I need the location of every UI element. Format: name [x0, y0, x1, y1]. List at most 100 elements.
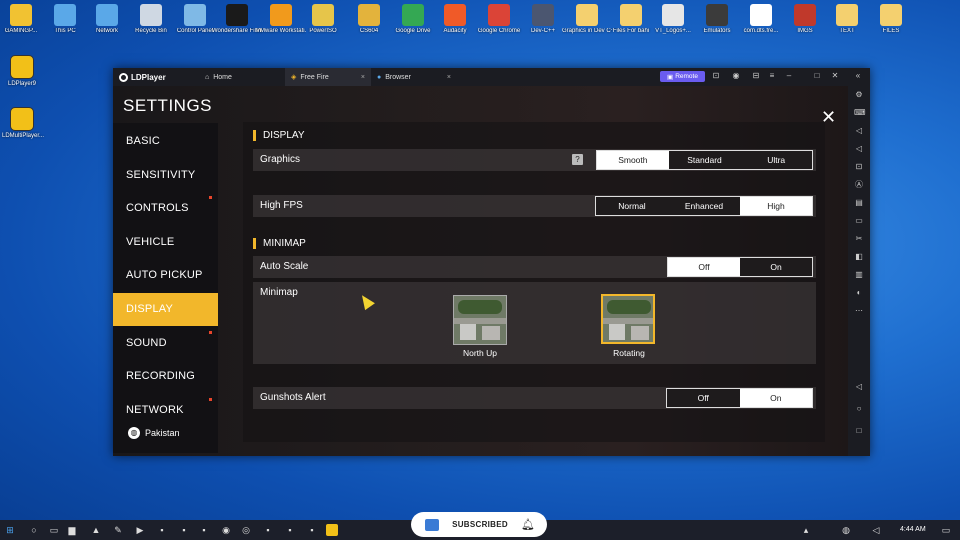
desktop-icon[interactable]: Recycle Bin [126, 4, 176, 35]
close-tab-icon[interactable]: × [361, 74, 365, 81]
app-icon[interactable]: ▶ [134, 524, 146, 536]
option-on[interactable]: On [740, 258, 812, 276]
start-icon[interactable]: ⊞ [4, 524, 16, 536]
menu-item-network[interactable]: NETWORK [113, 394, 218, 427]
keyboard-icon[interactable]: ⌨ [854, 108, 866, 118]
tab-home[interactable]: ⌂ Home [199, 68, 285, 86]
menu-item-display[interactable]: DISPLAY [113, 293, 218, 326]
desktop-app-icon [140, 4, 162, 26]
option-normal[interactable]: Normal [596, 197, 668, 215]
tab-free-fire[interactable]: ◈ Free Fire × [285, 68, 371, 86]
speaker-icon[interactable]: ◁ [870, 524, 882, 536]
notification-icon[interactable]: ▭ [940, 524, 952, 536]
remote-label: Remote [675, 73, 698, 80]
desktop-icon-label: Google Chrome [477, 28, 521, 34]
app-icon[interactable]: ◉ [220, 524, 232, 536]
gamepad-icon[interactable]: ⊡ [710, 71, 722, 80]
task-view-icon[interactable]: ▭ [48, 524, 60, 536]
desktop-icon-label: FILES [882, 28, 900, 34]
ldplayer-icon [10, 55, 34, 79]
scissors-icon[interactable]: ✂ [854, 234, 864, 244]
menu-item-vehicle[interactable]: VEHICLE [113, 226, 218, 259]
premiere-icon[interactable]: ▪ [178, 524, 190, 536]
recent-apps-icon[interactable]: □ [854, 426, 864, 436]
app-icon[interactable]: ✎ [112, 524, 124, 536]
desktop-icon-ldplayer9[interactable]: LDPlayer9 [2, 55, 42, 87]
photoshop-icon[interactable]: ▪ [284, 524, 296, 536]
desktop-icon[interactable]: Dev-C++ [518, 4, 568, 35]
tray-icon[interactable]: ▴ [800, 524, 812, 536]
option-standard[interactable]: Standard [669, 151, 741, 169]
desktop-icon[interactable]: com.dts.fre... [736, 4, 786, 35]
network-tray-icon[interactable]: ◍ [840, 524, 852, 536]
desktop-icon[interactable]: FILES [866, 4, 916, 35]
desktop-icon[interactable]: CS604 [344, 4, 394, 35]
screenshot-icon[interactable]: ⊡ [854, 162, 864, 172]
desktop-icon[interactable]: Audacity [430, 4, 480, 35]
back-icon[interactable]: ◁ [854, 382, 864, 392]
record-icon[interactable]: ▤ [854, 198, 864, 208]
pin-icon[interactable]: ⊟ [750, 71, 762, 80]
home-circle-icon[interactable]: ○ [854, 404, 864, 414]
remote-button[interactable]: ▣ Remote [660, 71, 705, 82]
minimap-north-up-option[interactable] [453, 295, 507, 345]
desktop-icon[interactable]: Emulators [692, 4, 742, 35]
ldplayer-taskbar-icon[interactable] [326, 524, 338, 536]
option-ultra[interactable]: Ultra [740, 151, 812, 169]
file-explorer-icon[interactable]: ▆ [66, 524, 78, 536]
desktop-icon[interactable]: PowerISO [298, 4, 348, 35]
desktop-icon-ldmultiplayer[interactable]: LDMultiPlayer... [2, 107, 44, 139]
option-smooth[interactable]: Smooth [597, 151, 669, 169]
app-icon[interactable]: ▪ [306, 524, 318, 536]
maximize-icon[interactable]: □ [811, 71, 823, 80]
account-icon[interactable]: ◉ [730, 71, 742, 80]
menu-item-controls[interactable]: CONTROLS [113, 192, 218, 225]
menu-item-auto-pickup[interactable]: AUTO PICKUP [113, 259, 218, 292]
menu-item-sensitivity[interactable]: SENSITIVITY [113, 159, 218, 192]
close-tab-icon[interactable]: × [447, 74, 451, 81]
option-on[interactable]: On [739, 389, 812, 407]
desktop-app-icon [706, 4, 728, 26]
multi-instance-icon[interactable]: ◧ [854, 252, 864, 262]
apk-install-icon[interactable]: Ⓐ [854, 180, 864, 190]
more-icon[interactable]: ⋯ [854, 306, 864, 316]
close-window-icon[interactable]: ✕ [829, 71, 841, 80]
after-effects-icon[interactable]: ▪ [198, 524, 210, 536]
option-off[interactable]: Off [668, 258, 740, 276]
desktop-icon[interactable]: Google Chrome [474, 4, 524, 35]
desktop-icon[interactable]: Wondershare Filmora 12 [212, 4, 262, 35]
chrome-icon[interactable]: ◎ [240, 524, 252, 536]
search-icon[interactable]: ○ [28, 524, 40, 536]
sync-icon[interactable]: ▥ [854, 270, 864, 280]
menu-item-basic[interactable]: BASIC [113, 125, 218, 158]
subscribed-button[interactable]: SUBSCRIBED 🔔︎ [411, 512, 547, 537]
menu-item-sound[interactable]: SOUND [113, 327, 218, 360]
minimize-icon[interactable]: – [783, 71, 795, 80]
collapse-sidebar-icon[interactable]: « [852, 71, 864, 80]
gunshots-alert-row: Gunshots Alert Off On [253, 387, 816, 409]
volume-up-icon[interactable]: ◁ [854, 126, 864, 136]
help-icon[interactable]: ? [572, 154, 583, 165]
desktop-icon[interactable]: TEXT [822, 4, 872, 35]
vlc-icon[interactable]: ▲ [90, 524, 102, 536]
desktop-icon[interactable]: VT_Logos+... [648, 4, 698, 35]
settings-icon[interactable]: ⚙ [854, 90, 864, 100]
fps-icon[interactable]: ▭ [854, 216, 864, 226]
desktop-icon[interactable]: Graphics in Dev C++ [562, 4, 612, 35]
minimap-rotating-option[interactable] [601, 294, 655, 344]
rotate-icon[interactable]: ◐ [854, 288, 864, 298]
option-off[interactable]: Off [667, 389, 740, 407]
option-high[interactable]: High [740, 197, 812, 215]
desktop-icon-label: Audacity [443, 28, 467, 34]
clock[interactable]: 4:44 AM [900, 526, 926, 533]
app-icon[interactable]: ▪ [262, 524, 274, 536]
region-selector[interactable]: ◍ Pakistan [128, 427, 180, 439]
tab-browser[interactable]: ● Browser × [371, 68, 457, 86]
desktop-icon[interactable]: Network [82, 4, 132, 35]
app-icon[interactable]: ▪ [156, 524, 168, 536]
volume-down-icon[interactable]: ◁ [854, 144, 864, 154]
tab-label: Free Fire [300, 73, 329, 81]
menu-item-recording[interactable]: RECORDING [113, 360, 218, 393]
option-enhanced[interactable]: Enhanced [668, 197, 740, 215]
menu-icon[interactable]: ≡ [766, 71, 778, 80]
